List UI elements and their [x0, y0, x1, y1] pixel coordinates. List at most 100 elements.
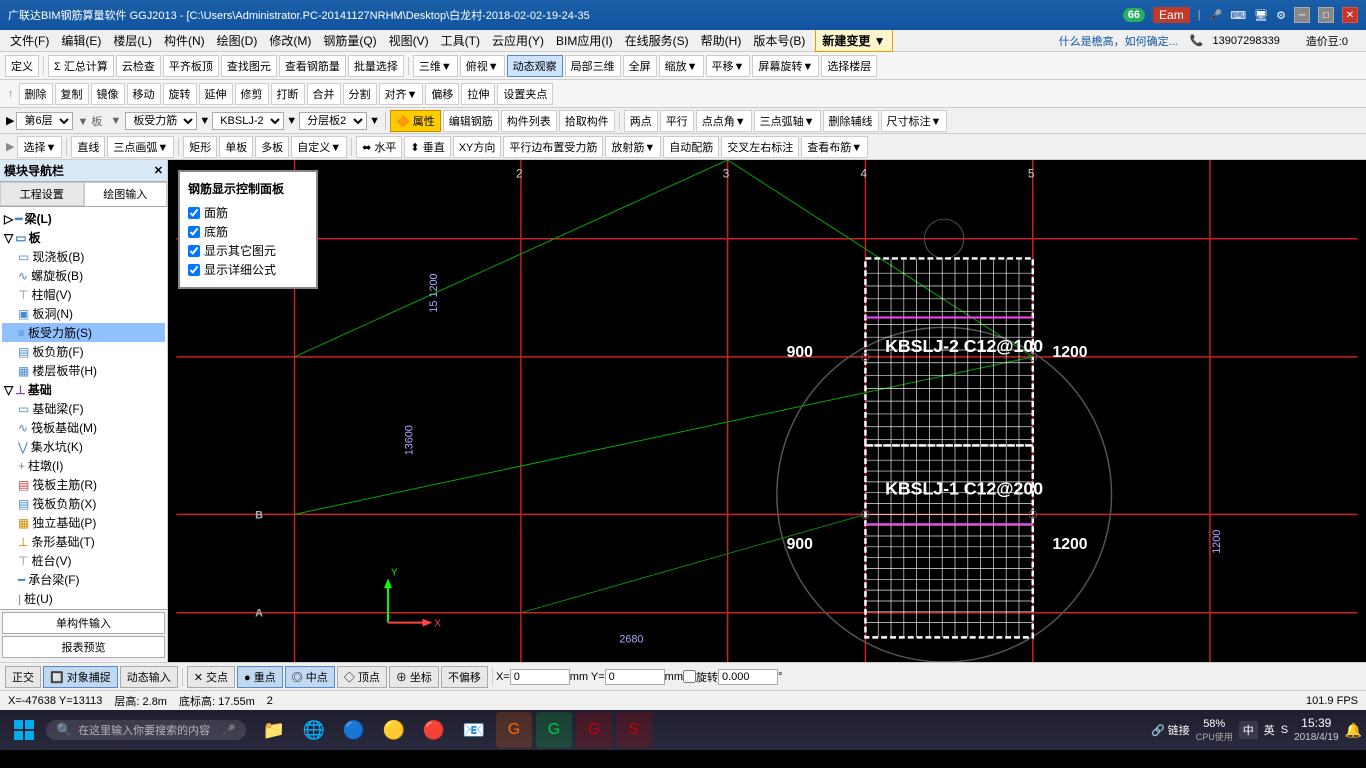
tree-item-cast-board[interactable]: ▭ 现浇板(B)	[2, 247, 165, 266]
kbslj-select[interactable]: KBSLJ-2	[212, 112, 284, 130]
menu-rebar-qty[interactable]: 钢筋量(Q)	[317, 30, 382, 51]
tree-item-pile[interactable]: | 桩(U)	[2, 589, 165, 608]
time-display[interactable]: 15:39 2018/4/19	[1294, 716, 1339, 745]
start-button[interactable]	[4, 715, 44, 745]
menu-element[interactable]: 构件(N)	[158, 30, 211, 51]
mirror-button[interactable]: 镜像	[91, 83, 125, 105]
taskbar-browser2[interactable]: 🟡	[376, 712, 412, 748]
radial-button[interactable]: 放射筋▼	[605, 136, 661, 158]
property-button[interactable]: 🔶 属性	[390, 110, 441, 132]
face-rebar-checkbox[interactable]	[188, 207, 200, 219]
tree-item-col-cap[interactable]: ⊤ 柱帽(V)	[2, 285, 165, 304]
dynamic-view-button[interactable]: 动态观察	[507, 55, 563, 77]
parallel-button[interactable]: 平行	[660, 110, 694, 132]
close-button[interactable]: ✕	[1342, 7, 1358, 23]
tree-item-found-beam[interactable]: ▭ 基础梁(F)	[2, 399, 165, 418]
offset-button[interactable]: 偏移	[425, 83, 459, 105]
tree-item-board-hole[interactable]: ▣ 板洞(N)	[2, 304, 165, 323]
three-arc-button[interactable]: 三点弧轴▼	[754, 110, 821, 132]
menu-cloud[interactable]: 云应用(Y)	[486, 30, 550, 51]
show-other-checkbox[interactable]	[188, 245, 200, 257]
set-grip-button[interactable]: 设置夹点	[497, 83, 553, 105]
menu-edit[interactable]: 编辑(E)	[55, 30, 107, 51]
rotate-edit-button[interactable]: 旋转	[163, 83, 197, 105]
calc-button[interactable]: Σ 汇总计算	[48, 55, 114, 77]
edit-rebar-button[interactable]: 编辑钢筋	[443, 110, 499, 132]
tree-item-water-pit[interactable]: ⋁ 集水坑(K)	[2, 437, 165, 456]
copy-button[interactable]: 复制	[55, 83, 89, 105]
align-button[interactable]: 对齐▼	[379, 83, 424, 105]
horizontal-button[interactable]: ⬌ 水平	[356, 136, 402, 158]
view-rebar-button[interactable]: 查看钢筋量	[279, 55, 346, 77]
menu-online[interactable]: 在线服务(S)	[619, 30, 695, 51]
local-3d-button[interactable]: 局部三维	[565, 55, 621, 77]
y-input[interactable]	[605, 669, 665, 685]
parallel-rebar-button[interactable]: 平行边布置受力筋	[503, 136, 603, 158]
rotate-checkbox[interactable]	[683, 670, 696, 683]
maximize-button[interactable]: □	[1318, 7, 1334, 23]
show-formula-checkbox[interactable]	[188, 264, 200, 276]
bottom-rebar-checkbox[interactable]	[188, 226, 200, 238]
taskbar-search-bar[interactable]: 🔍 在这里输入你要搜索的内容 🎤	[46, 720, 246, 740]
select-floor-button[interactable]: 选择楼层	[821, 55, 877, 77]
stretch-button[interactable]: 拉伸	[461, 83, 495, 105]
cad-canvas-area[interactable]: 钢筋显示控制面板 面筋 底筋 显示其它图元 显示详细公式	[168, 160, 1366, 662]
tree-item-raft[interactable]: ∿ 筏板基础(M)	[2, 418, 165, 437]
ortho-button[interactable]: 正交	[5, 666, 41, 688]
taskbar-redapp[interactable]: G	[576, 712, 612, 748]
delete-button[interactable]: 删除	[19, 83, 53, 105]
rotate-input[interactable]	[718, 669, 778, 685]
tree-item-ind-found[interactable]: ▦ 独立基础(P)	[2, 513, 165, 532]
break-button[interactable]: 打断	[271, 83, 305, 105]
3d-view-button[interactable]: 三维▼	[413, 55, 458, 77]
tree-section-foundation[interactable]: ▽ ⊥ 基础	[2, 380, 165, 399]
top-view-button[interactable]: 俯视▼	[460, 55, 505, 77]
rotate-button[interactable]: 屏幕旋转▼	[752, 55, 819, 77]
tree-item-floor-strip[interactable]: ▦ 楼层板带(H)	[2, 361, 165, 380]
menu-new-change[interactable]: 新建变更 ▼	[815, 29, 892, 52]
tree-item-raft-neg[interactable]: ▤ 筏板负筋(X)	[2, 494, 165, 513]
define-button[interactable]: 定义	[5, 55, 39, 77]
custom-button[interactable]: 自定义▼	[291, 136, 347, 158]
tab-draw-input[interactable]: 绘图输入	[84, 182, 168, 206]
xy-button[interactable]: XY方向	[453, 136, 502, 158]
menu-version[interactable]: 版本号(B)	[747, 30, 811, 51]
taskbar-edge[interactable]: 🌐	[296, 712, 332, 748]
tree-item-raft-main[interactable]: ▤ 筏板主筋(R)	[2, 475, 165, 494]
align-top-button[interactable]: 平齐板顶	[163, 55, 219, 77]
x-input[interactable]	[510, 669, 570, 685]
merge-button[interactable]: 合并	[307, 83, 341, 105]
menu-help[interactable]: 帮助(H)	[695, 30, 748, 51]
tree-section-board[interactable]: ▽ ▭ 板	[2, 228, 165, 247]
dynamic-input-button[interactable]: 动态输入	[120, 666, 178, 688]
menu-draw[interactable]: 绘图(D)	[211, 30, 264, 51]
del-aux-button[interactable]: 删除辅线	[823, 110, 879, 132]
pan-button[interactable]: 平移▼	[706, 55, 751, 77]
pick-element-button[interactable]: 拾取构件	[559, 110, 615, 132]
zoom-button[interactable]: 缩放▼	[659, 55, 704, 77]
tree-section-beam[interactable]: ▷ ━ 梁(L)	[2, 209, 165, 228]
menu-file[interactable]: 文件(F)	[4, 30, 55, 51]
point-angle-button[interactable]: 点点角▼	[696, 110, 752, 132]
taskbar-browser3[interactable]: 🔴	[416, 712, 452, 748]
menu-bim[interactable]: BIM应用(I)	[550, 30, 619, 51]
multi-slab-button[interactable]: 多板	[255, 136, 289, 158]
menu-tools[interactable]: 工具(T)	[435, 30, 486, 51]
batch-select-button[interactable]: 批量选择	[348, 55, 404, 77]
tree-item-spiral-board[interactable]: ∿ 螺旋板(B)	[2, 266, 165, 285]
menu-floor[interactable]: 楼层(L)	[107, 30, 158, 51]
fullscreen-button[interactable]: 全屏	[623, 55, 657, 77]
auto-rebar-button[interactable]: 自动配筋	[663, 136, 719, 158]
layer-select[interactable]: 分层板2	[299, 112, 367, 130]
line-button[interactable]: 直线	[71, 136, 105, 158]
coord-button[interactable]: ⊕ 坐标	[389, 666, 439, 688]
select-mode-button[interactable]: 选择▼	[17, 136, 62, 158]
intersection-button[interactable]: ✕ 交点	[187, 666, 235, 688]
move-button[interactable]: 移动	[127, 83, 161, 105]
tree-item-board-rebar-s[interactable]: ≡ 板受力筋(S)	[2, 323, 165, 342]
cloud-check-button[interactable]: 云检查	[116, 55, 161, 77]
single-element-button[interactable]: 单构件输入	[2, 612, 165, 634]
floor-select[interactable]: 第6层	[16, 112, 73, 130]
taskbar-email[interactable]: 📧	[456, 712, 492, 748]
tab-project-settings[interactable]: 工程设置	[0, 182, 84, 206]
